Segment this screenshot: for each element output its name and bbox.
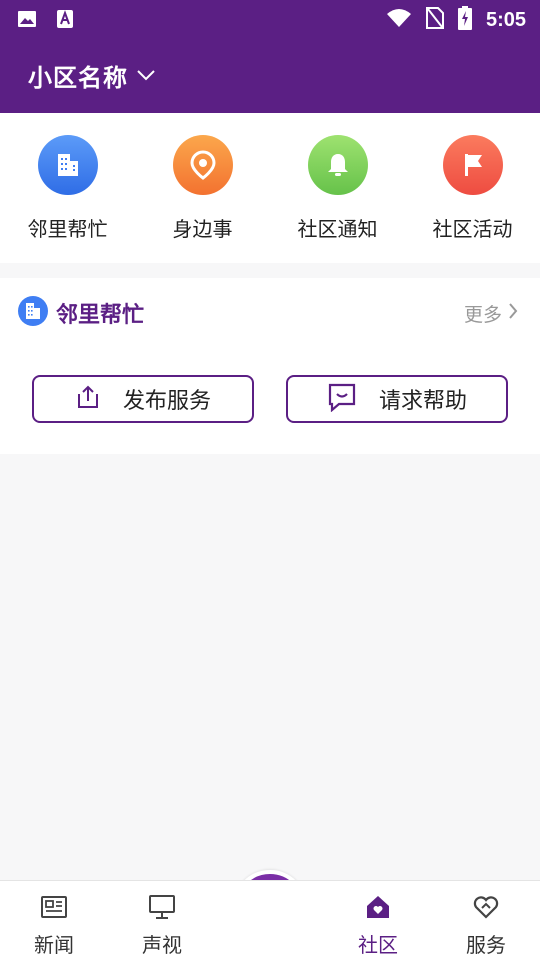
upload-icon	[75, 384, 101, 414]
flag-icon	[442, 135, 503, 195]
tab-label: 服务	[466, 933, 506, 957]
community-name: 小区名称	[28, 64, 128, 92]
building-icon	[18, 296, 48, 330]
quick-entry-neighbor-help[interactable]: 邻里帮忙	[0, 135, 135, 242]
quick-entry-nearby[interactable]: 身边事	[135, 135, 270, 242]
quick-entry-label: 社区通知	[297, 217, 378, 241]
more-label: 更多	[463, 304, 502, 326]
tab-service[interactable]: 服务	[432, 893, 540, 958]
tab-label: 社区	[358, 933, 398, 957]
quick-entry-label: 身边事	[172, 217, 233, 241]
app-a-icon	[54, 8, 76, 30]
quick-entry-notice[interactable]: 社区通知	[270, 135, 405, 242]
community-selector[interactable]: 小区名称	[28, 58, 156, 93]
neighbor-help-card: 邻里帮忙 更多 发布服务 请求帮助	[0, 278, 540, 454]
location-icon	[172, 135, 233, 195]
app-header: 小区名称	[0, 40, 540, 113]
no-sim-icon	[425, 7, 444, 33]
image-icon	[16, 8, 38, 30]
bottom-tab-bar: 新闻 声视 社区 服务	[0, 880, 540, 960]
publish-service-button[interactable]: 发布服务	[32, 375, 254, 423]
tab-news[interactable]: 新闻	[0, 893, 108, 958]
monitor-icon	[108, 893, 216, 921]
battery-charging-icon	[457, 6, 472, 34]
tab-video[interactable]: 声视	[108, 893, 216, 958]
quick-entry-activity[interactable]: 社区活动	[405, 135, 540, 242]
wifi-icon	[386, 8, 412, 32]
tab-community[interactable]: 社区	[324, 893, 432, 958]
tab-label: 新闻	[34, 933, 74, 957]
heart-icon	[432, 893, 540, 921]
bell-icon	[307, 135, 368, 195]
section-title: 邻里帮忙	[56, 303, 145, 328]
tab-label: 声视	[142, 933, 182, 957]
news-icon	[0, 893, 108, 921]
chat-icon	[327, 382, 357, 416]
status-time: 5:05	[485, 8, 526, 31]
status-bar: 5:05	[0, 0, 540, 40]
quick-entry-grid: 邻里帮忙 身边事 社区通知 社区活动	[0, 113, 540, 263]
request-help-label: 请求帮助	[378, 389, 467, 414]
home-heart-icon	[324, 893, 432, 921]
quick-entry-label: 邻里帮忙	[27, 217, 108, 241]
chevron-down-icon	[136, 66, 156, 85]
chevron-right-icon	[508, 302, 518, 325]
publish-service-label: 发布服务	[122, 389, 211, 414]
more-link[interactable]: 更多	[464, 300, 518, 327]
request-help-button[interactable]: 请求帮助	[286, 375, 508, 423]
building-icon	[37, 135, 98, 195]
quick-entry-label: 社区活动	[432, 217, 513, 241]
